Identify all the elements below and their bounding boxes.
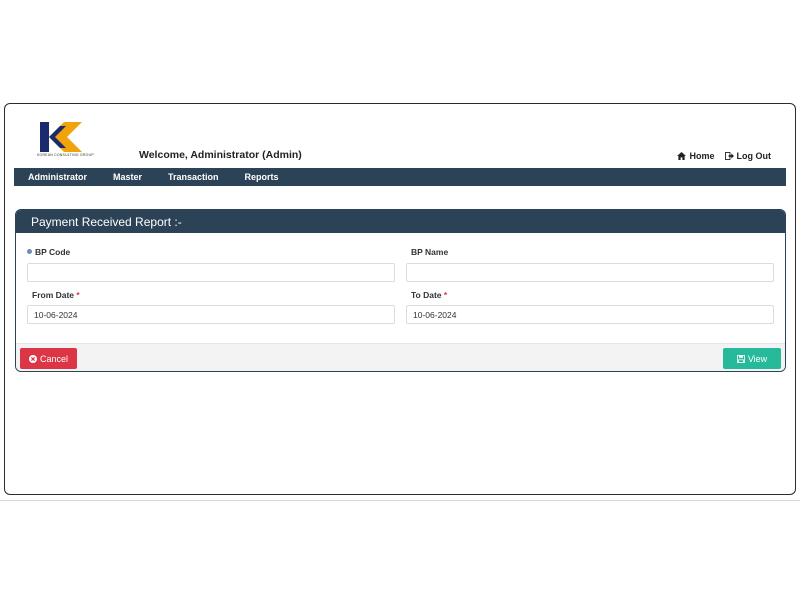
bp-code-input[interactable] [27,263,395,282]
logout-link[interactable]: Log Out [724,151,772,161]
bp-code-label-wrap: BP Code [27,247,70,257]
top-links: Home Log Out [677,151,771,161]
required-mark: * [443,290,448,300]
logo-caption: KOREAN CONSULTING GROUP [37,153,94,157]
bullet-icon [27,249,32,255]
cancel-button[interactable]: Cancel [20,348,77,369]
from-date-label-wrap: From Date * [32,290,80,300]
close-circle-icon [28,354,37,363]
bp-name-label: BP Name [411,247,449,257]
bp-code-label: BP Code [35,247,71,257]
cancel-label: Cancel [39,353,68,364]
view-button[interactable]: View [723,348,781,369]
nav-item-reports[interactable]: Reports [232,172,292,182]
from-date-label: From Date [32,290,75,300]
to-date-input[interactable]: 10-06-2024 [406,305,774,324]
from-date-input[interactable]: 10-06-2024 [27,305,395,324]
page-divider [0,500,800,501]
nav-item-transaction[interactable]: Transaction [155,172,232,182]
report-panel: Payment Received Report :- BP Code BP Na… [15,209,786,372]
panel-footer: Cancel View [16,343,785,371]
to-date-label-wrap: To Date * [411,290,447,300]
nav-item-master[interactable]: Master [100,172,155,182]
sign-out-icon [724,152,734,160]
required-mark: * [76,290,80,300]
nav-item-administrator[interactable]: Administrator [14,172,100,182]
panel-title: Payment Received Report :- [16,210,785,233]
logout-label: Log Out [736,151,772,161]
view-label: View [747,353,768,364]
home-label: Home [689,151,715,161]
home-icon [677,152,687,160]
bp-name-input[interactable] [406,263,774,282]
app-window: KOREAN CONSULTING GROUP Welcome, Adminis… [4,103,796,495]
welcome-message: Welcome, Administrator (Admin) [139,149,302,161]
main-navbar: Administrator Master Transaction Reports [14,168,786,186]
home-link[interactable]: Home [677,151,715,161]
to-date-label: To Date [411,290,442,300]
save-icon [736,354,745,363]
